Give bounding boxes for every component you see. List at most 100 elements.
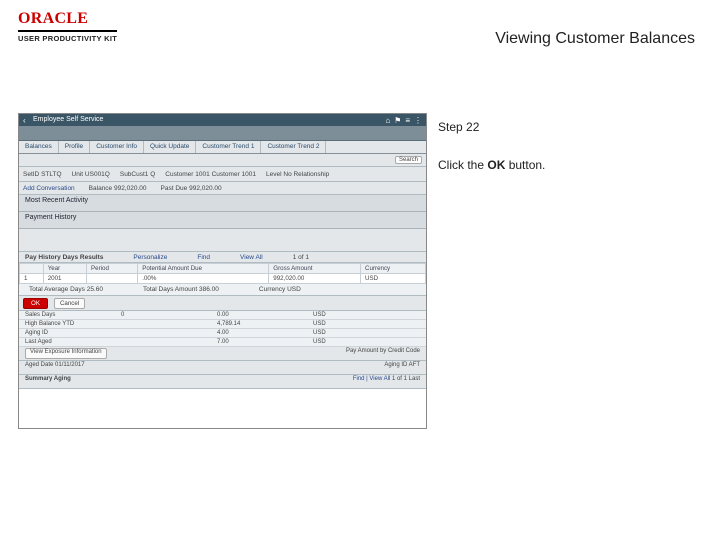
brand-subtitle: USER PRODUCTIVITY KIT <box>18 30 117 43</box>
daysamt-label: Total Days Amount <box>143 286 197 293</box>
cell-year: 2001 <box>43 274 86 284</box>
pay-history-table: Year Period Potential Amount Due Gross A… <box>19 263 426 284</box>
add-conversation-link[interactable]: Add Conversation <box>23 185 75 192</box>
cell-currency: USD <box>361 274 426 284</box>
search-row: Search <box>19 154 426 167</box>
kv-row: Last Aged7.00USD <box>19 338 426 347</box>
currency-label: Currency <box>259 286 285 293</box>
unit-value: US001Q <box>85 171 110 178</box>
summary-aging-title: Summary Aging <box>25 376 71 387</box>
tab-quick-update[interactable]: Quick Update <box>144 141 196 153</box>
grid-find[interactable]: Find <box>197 254 210 261</box>
kv-v2: 4.00 <box>217 330 277 336</box>
summary-aging-count: 1 of 1 Last <box>392 376 420 382</box>
search-button[interactable]: Search <box>395 156 422 164</box>
kv-v2: 0.00 <box>217 312 277 318</box>
totals-row: Total Average Days 25.60 Total Days Amou… <box>19 284 426 296</box>
home-icon[interactable]: ⌂ <box>385 116 390 125</box>
col-currency: Currency <box>361 264 426 274</box>
cancel-button[interactable]: Cancel <box>54 298 85 309</box>
customer-name: Customer 1001 <box>212 171 256 178</box>
instruction-pre: Click the <box>438 158 487 172</box>
ok-button[interactable]: OK <box>23 298 48 309</box>
cell-gross: 992,020.00 <box>269 274 361 284</box>
grid-controls: Pay History Days Results Personalize Fin… <box>19 252 426 263</box>
app-header-title: Employee Self Service <box>33 116 103 123</box>
aged-date: Aged Date 01/11/2017 <box>25 362 85 373</box>
menu-icon[interactable]: ≡ <box>405 116 410 125</box>
kv-label: Last Aged <box>25 339 85 345</box>
tab-bar: Balances Profile Customer Info Quick Upd… <box>19 141 426 154</box>
kv-label: Sales Days <box>25 312 85 318</box>
subcust-label: SubCust1 <box>120 171 149 178</box>
spacer <box>19 229 426 252</box>
kv-row: Aging ID4.00USD <box>19 329 426 338</box>
brand-block: ORACLE USER PRODUCTIVITY KIT <box>18 10 117 43</box>
summary-aging-bar: Summary Aging Find | View All 1 of 1 Las… <box>19 375 426 389</box>
summary-bar: Add Conversation Balance 992,020.00 Past… <box>19 182 426 195</box>
identity-row: SetID STLTQ Unit US001Q SubCust1 Q Custo… <box>19 167 426 182</box>
exposure-row: View Exposure Information Pay Amount by … <box>19 347 426 361</box>
instruction-text: Click the OK button. <box>438 156 545 174</box>
balance-label: Balance <box>89 185 113 192</box>
setid-label: SetID <box>23 171 39 178</box>
view-exposure-button[interactable]: View Exposure Information <box>25 348 107 359</box>
kv-row: High Balance YTD 4,789.14 USD <box>19 320 426 329</box>
level-label: Level <box>266 171 282 178</box>
aging-id: Aging ID AFT <box>384 362 420 373</box>
unit-label: Unit <box>72 171 84 178</box>
tab-trend2[interactable]: Customer Trend 2 <box>261 141 326 153</box>
kv-v3: USD <box>313 321 373 327</box>
currency-value: USD <box>287 286 301 293</box>
table-row[interactable]: 1 2001 .00% 992,020.00 USD <box>20 274 426 284</box>
customer-value: 1001 <box>195 171 209 178</box>
customer-label: Customer <box>165 171 193 178</box>
section-payment-history: Payment History <box>19 212 426 229</box>
col-period: Period <box>87 264 138 274</box>
grid-personalize[interactable]: Personalize <box>133 254 167 261</box>
kv-label: Aging ID <box>25 330 85 336</box>
aged-row: Aged Date 01/11/2017 Aging ID AFT <box>19 361 426 375</box>
tab-profile[interactable]: Profile <box>59 141 90 153</box>
cell-idx: 1 <box>20 274 44 284</box>
pastdue-value: 992,020.00 <box>189 185 222 192</box>
kv-label: High Balance YTD <box>25 321 85 327</box>
balance-value: 992,020.00 <box>114 185 147 192</box>
kv-v2: 7.00 <box>217 339 277 345</box>
oracle-logo: ORACLE <box>18 10 117 28</box>
col-year: Year <box>43 264 86 274</box>
flag-icon[interactable]: ⚑ <box>394 116 401 125</box>
avgdays-value: 25.60 <box>87 286 103 293</box>
tab-customer-info[interactable]: Customer Info <box>90 141 144 153</box>
app-subheader <box>19 126 426 141</box>
cell-period <box>87 274 138 284</box>
instruction-target: OK <box>487 158 505 172</box>
dialog-buttons: OK Cancel <box>19 296 426 311</box>
grid-viewall[interactable]: View All <box>240 254 263 261</box>
kv-v1: 0 <box>121 312 181 318</box>
avgdays-label: Total Average Days <box>29 286 85 293</box>
aging-label: Pay Amount by Credit Code <box>346 348 420 359</box>
back-icon[interactable]: ‹ <box>23 116 26 125</box>
tab-trend1[interactable]: Customer Trend 1 <box>196 141 261 153</box>
embedded-app: ‹ Employee Self Service ⌂ ⚑ ≡ ⋮ Balances… <box>18 113 427 429</box>
daysamt-value: 386.00 <box>199 286 219 293</box>
app-header: ‹ Employee Self Service ⌂ ⚑ ≡ ⋮ <box>19 114 426 126</box>
grid-title: Pay History Days Results <box>25 254 103 261</box>
kv-v3: USD <box>313 312 373 318</box>
more-icon[interactable]: ⋮ <box>414 116 422 125</box>
kv-v2: 4,789.14 <box>217 321 277 327</box>
instruction-panel: Step 22 Click the OK button. <box>438 118 545 174</box>
section-recent-activity: Most Recent Activity <box>19 195 426 212</box>
setid-value: STLTQ <box>41 171 61 178</box>
tab-balances[interactable]: Balances <box>19 141 59 153</box>
col-potential: Potential Amount Due <box>138 264 269 274</box>
pastdue-label: Past Due <box>161 185 188 192</box>
step-label: Step 22 <box>438 118 545 136</box>
page-title: Viewing Customer Balances <box>495 30 695 48</box>
subcust-value: Q <box>150 171 155 178</box>
col-blank <box>20 264 44 274</box>
table-header-row: Year Period Potential Amount Due Gross A… <box>20 264 426 274</box>
col-gross: Gross Amount <box>269 264 361 274</box>
summary-aging-find[interactable]: Find | View All <box>353 376 390 382</box>
